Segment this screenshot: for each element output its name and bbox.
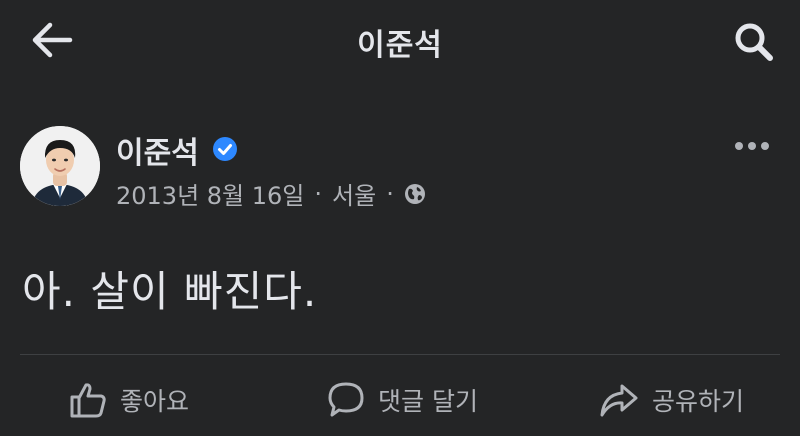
avatar[interactable] <box>20 126 100 206</box>
globe-icon <box>404 183 425 204</box>
share-label: 공유하기 <box>652 387 745 416</box>
like-button[interactable]: 좋아요 <box>68 372 189 428</box>
like-label: 좋아요 <box>120 387 190 416</box>
post-header: 이준석 2013년 8월 16일 · 서울 · <box>20 126 780 210</box>
more-options-button[interactable] <box>732 134 772 158</box>
profile-photo <box>20 126 100 206</box>
post-meta: 2013년 8월 16일 · 서울 · <box>116 176 426 211</box>
verified-badge-icon <box>213 137 237 161</box>
more-dots-icon <box>735 142 769 150</box>
post-location[interactable]: 서울 <box>332 176 376 211</box>
comment-button[interactable]: 댓글 달기 <box>326 372 478 428</box>
meta-separator: · <box>386 179 394 208</box>
search-button[interactable] <box>730 20 778 64</box>
post-date[interactable]: 2013년 8월 16일 <box>116 176 304 211</box>
share-arrow-icon <box>600 384 638 417</box>
comment-bubble-icon <box>328 382 364 417</box>
meta-separator: · <box>314 179 323 208</box>
page-title: 이준석 <box>357 28 443 63</box>
action-bar: 좋아요 댓글 달기 공유하기 <box>0 372 800 428</box>
comment-label: 댓글 달기 <box>378 387 478 416</box>
thumbs-up-icon <box>70 383 106 418</box>
top-bar: 이준석 <box>0 0 800 84</box>
post-text: 아. 살이 빠진다. <box>22 267 318 316</box>
search-icon <box>735 23 773 61</box>
share-button[interactable]: 공유하기 <box>598 372 744 428</box>
divider <box>20 354 780 355</box>
author-name[interactable]: 이준석 <box>116 128 199 172</box>
